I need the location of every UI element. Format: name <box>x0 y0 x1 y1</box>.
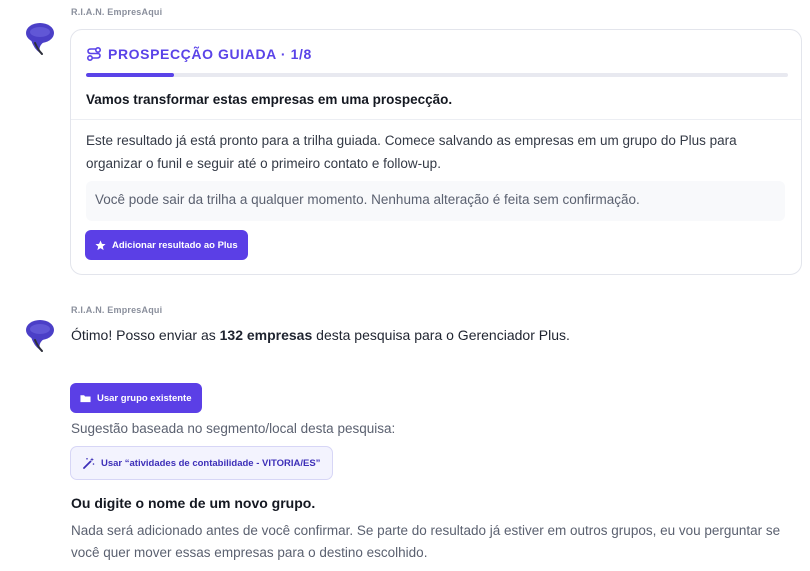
message-text-suffix: desta pesquisa para o Gerenciador Plus. <box>312 327 570 343</box>
route-icon <box>86 46 102 62</box>
magic-wand-icon <box>83 457 95 469</box>
chat-bubble-avatar-icon <box>26 320 54 352</box>
suggested-group-button[interactable]: Usar “atividades de contabilidade - VITO… <box>70 446 334 480</box>
guided-prospecting-card: PROSPECÇÃO GUIADA · 1/8 Vamos transforma… <box>70 29 802 275</box>
card-note: Você pode sair da trilha a qualquer mome… <box>86 181 785 221</box>
progress-bar <box>86 73 788 77</box>
suggestion-hint: Sugestão baseada no segmento/local desta… <box>71 421 396 436</box>
new-group-heading: Ou digite o nome de um novo grupo. <box>71 495 316 511</box>
confirmation-note: Nada será adicionado antes de você confi… <box>71 523 781 560</box>
sender-name: R.I.A.N. EmpresAqui <box>71 7 163 17</box>
card-header: PROSPECÇÃO GUIADA · 1/8 <box>86 46 312 62</box>
progress-fill <box>86 73 174 77</box>
add-result-button-label: Adicionar resultado ao Plus <box>112 239 238 251</box>
card-lead: Vamos transformar estas empresas em uma … <box>86 92 453 107</box>
use-existing-group-button[interactable]: Usar grupo existente <box>70 383 202 413</box>
sender-name: R.I.A.N. EmpresAqui <box>71 305 163 315</box>
company-count: 132 empresas <box>219 327 313 343</box>
message-text-prefix: Ótimo! Posso enviar as <box>71 327 220 343</box>
assistant-message-1: R.I.A.N. EmpresAqui PROSPECÇÃO GUIADA · … <box>0 0 810 280</box>
card-body-text: Este resultado já está pronto para a tri… <box>86 133 737 171</box>
divider <box>71 119 801 120</box>
add-result-to-plus-button[interactable]: Adicionar resultado ao Plus <box>85 230 248 260</box>
star-icon <box>95 239 106 250</box>
folder-icon <box>80 394 91 402</box>
suggested-group-label: Usar “atividades de contabilidade - VITO… <box>101 457 321 469</box>
message-text: Ótimo! Posso enviar as 132 empresas dest… <box>71 327 570 343</box>
card-title: PROSPECÇÃO GUIADA · 1/8 <box>108 46 312 62</box>
use-existing-group-label: Usar grupo existente <box>97 392 192 404</box>
chat-bubble-avatar-icon <box>26 23 54 55</box>
